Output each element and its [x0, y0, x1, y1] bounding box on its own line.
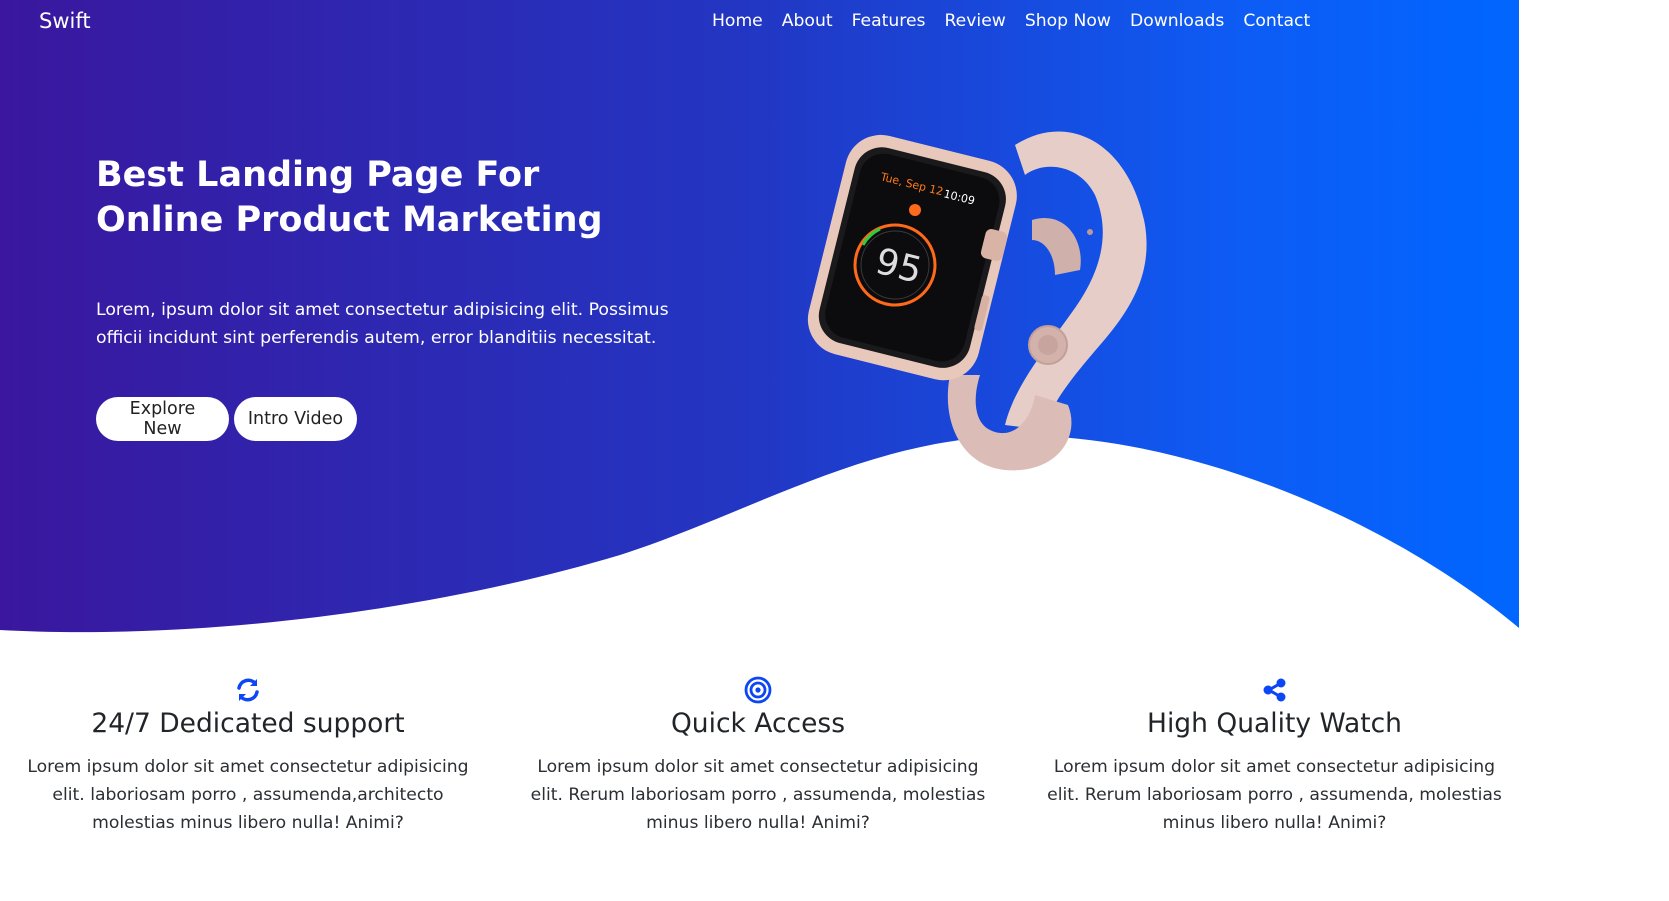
main-nav: Home About Features Review Shop Now Down…	[712, 11, 1329, 31]
hero-section: Swift Home About Features Review Shop No…	[0, 0, 1519, 680]
feature-title-quick-access: Quick Access	[670, 708, 846, 739]
nav-link-downloads[interactable]: Downloads	[1130, 11, 1224, 31]
feature-text-quality: Lorem ipsum dolor sit amet consectetur a…	[1047, 757, 1502, 833]
nav-link-home[interactable]: Home	[712, 11, 763, 31]
nav-link-features[interactable]: Features	[852, 11, 926, 31]
feature-text-support: Lorem ipsum dolor sit amet consectetur a…	[27, 757, 469, 833]
explore-new-button[interactable]: Explore New	[96, 397, 229, 441]
nav-link-about[interactable]: About	[782, 11, 833, 31]
share-icon	[1263, 678, 1285, 702]
smartwatch-image: Tue, Sep 12 10:09 95	[807, 131, 1147, 471]
feature-quick-access: Quick Access Lorem ipsum dolor sit amet …	[527, 675, 989, 837]
hero-title: Best Landing Page For Online Product Mar…	[96, 155, 603, 240]
brand-logo[interactable]: Swift	[39, 9, 91, 33]
hero-description: Lorem, ipsum dolor sit amet consectetur …	[96, 300, 669, 348]
bullseye-icon	[744, 676, 772, 704]
intro-video-button[interactable]: Intro Video	[234, 397, 357, 441]
feature-quality: High Quality Watch Lorem ipsum dolor sit…	[1043, 675, 1506, 837]
nav-link-contact[interactable]: Contact	[1243, 11, 1310, 31]
sync-icon	[237, 678, 259, 702]
feature-title-support: 24/7 Dedicated support	[91, 708, 405, 739]
feature-text-quick-access: Lorem ipsum dolor sit amet consectetur a…	[530, 757, 986, 833]
feature-support: 24/7 Dedicated support Lorem ipsum dolor…	[18, 675, 478, 837]
nav-link-shop-now[interactable]: Shop Now	[1025, 11, 1111, 31]
nav-link-review[interactable]: Review	[945, 11, 1006, 31]
feature-title-quality: High Quality Watch	[1147, 708, 1402, 739]
